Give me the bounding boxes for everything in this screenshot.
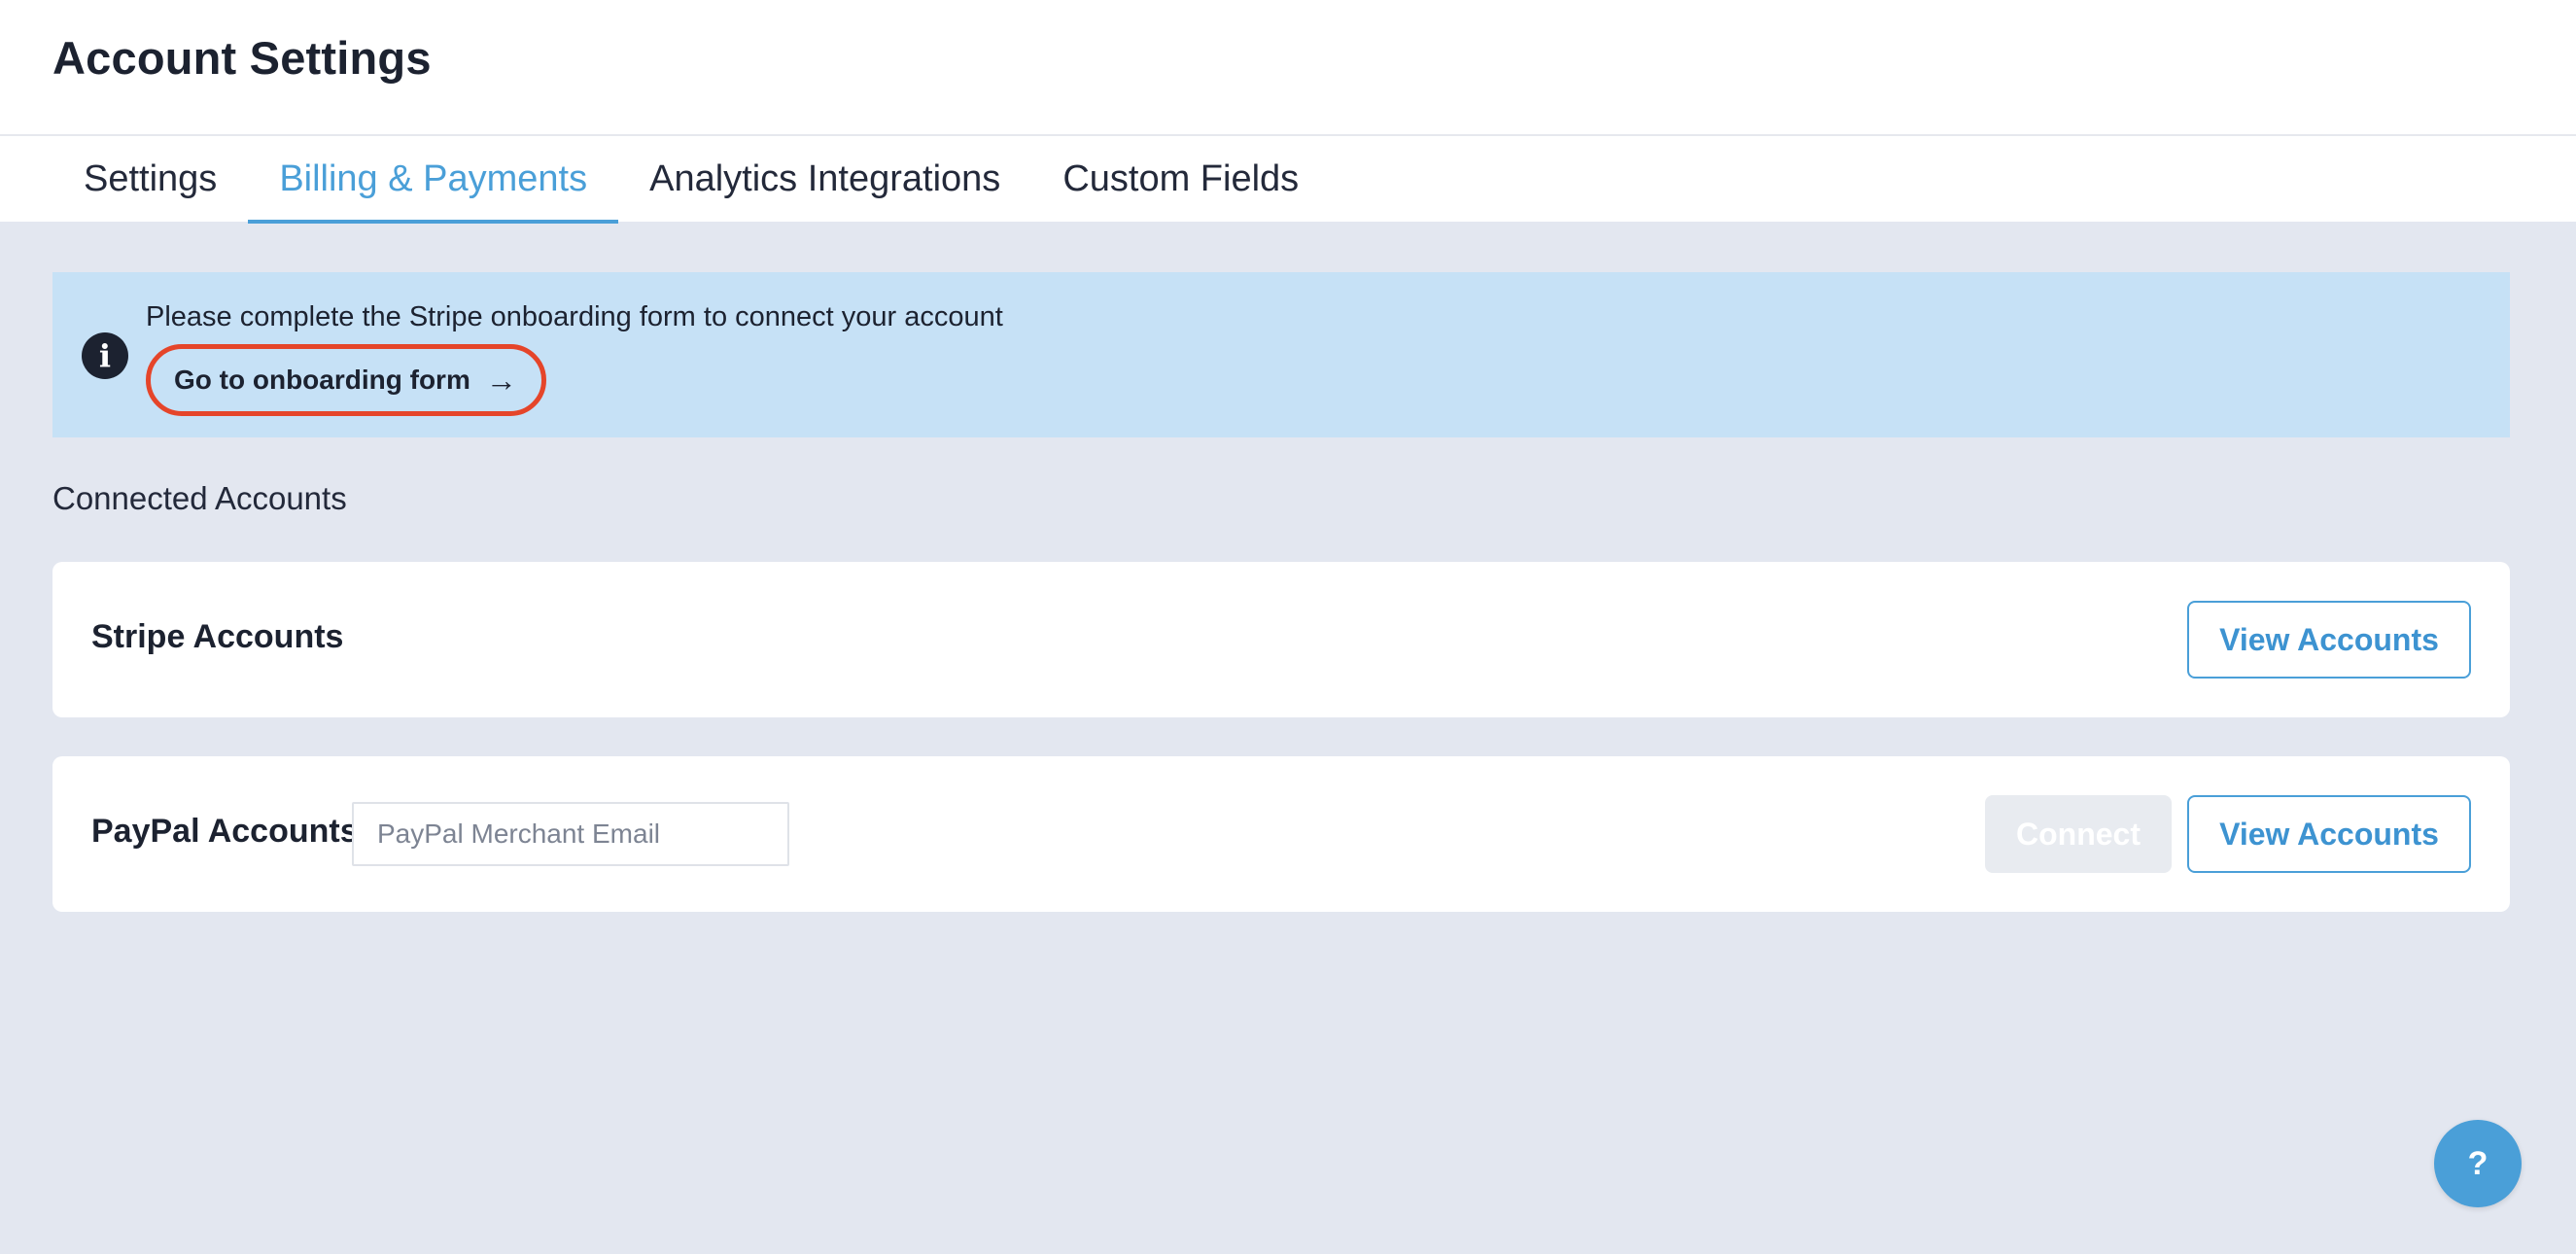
onboarding-form-link[interactable]: Go to onboarding form → [146, 344, 546, 416]
tab-bar: Settings Billing & Payments Analytics In… [52, 136, 1330, 224]
paypal-accounts-card: PayPal Accounts Connect View Accounts [52, 756, 2510, 912]
connected-accounts-heading: Connected Accounts [52, 480, 347, 516]
stripe-accounts-label: Stripe Accounts [91, 618, 344, 655]
paypal-merchant-email-input[interactable] [352, 802, 789, 866]
banner-message: Please complete the Stripe onboarding fo… [146, 301, 1003, 332]
info-icon: i [82, 332, 128, 379]
stripe-accounts-card: Stripe Accounts View Accounts [52, 562, 2510, 717]
stripe-view-accounts-button[interactable]: View Accounts [2187, 601, 2471, 679]
help-icon: ? [2467, 1144, 2489, 1182]
paypal-connect-button[interactable]: Connect [1985, 795, 2172, 873]
paypal-view-accounts-button[interactable]: View Accounts [2187, 795, 2471, 873]
tab-analytics-integrations[interactable]: Analytics Integrations [618, 136, 1031, 222]
tab-settings[interactable]: Settings [52, 136, 248, 222]
onboarding-link-label: Go to onboarding form [174, 365, 470, 395]
tab-billing-payments[interactable]: Billing & Payments [248, 136, 618, 224]
help-button[interactable]: ? [2434, 1120, 2522, 1207]
arrow-right-icon: → [485, 362, 517, 398]
page-title: Account Settings [52, 32, 432, 84]
paypal-accounts-label: PayPal Accounts [91, 813, 359, 850]
onboarding-banner: i Please complete the Stripe onboarding … [52, 272, 2510, 437]
tab-custom-fields[interactable]: Custom Fields [1031, 136, 1330, 222]
top-bar: Account Settings Settings Billing & Paym… [0, 0, 2576, 224]
